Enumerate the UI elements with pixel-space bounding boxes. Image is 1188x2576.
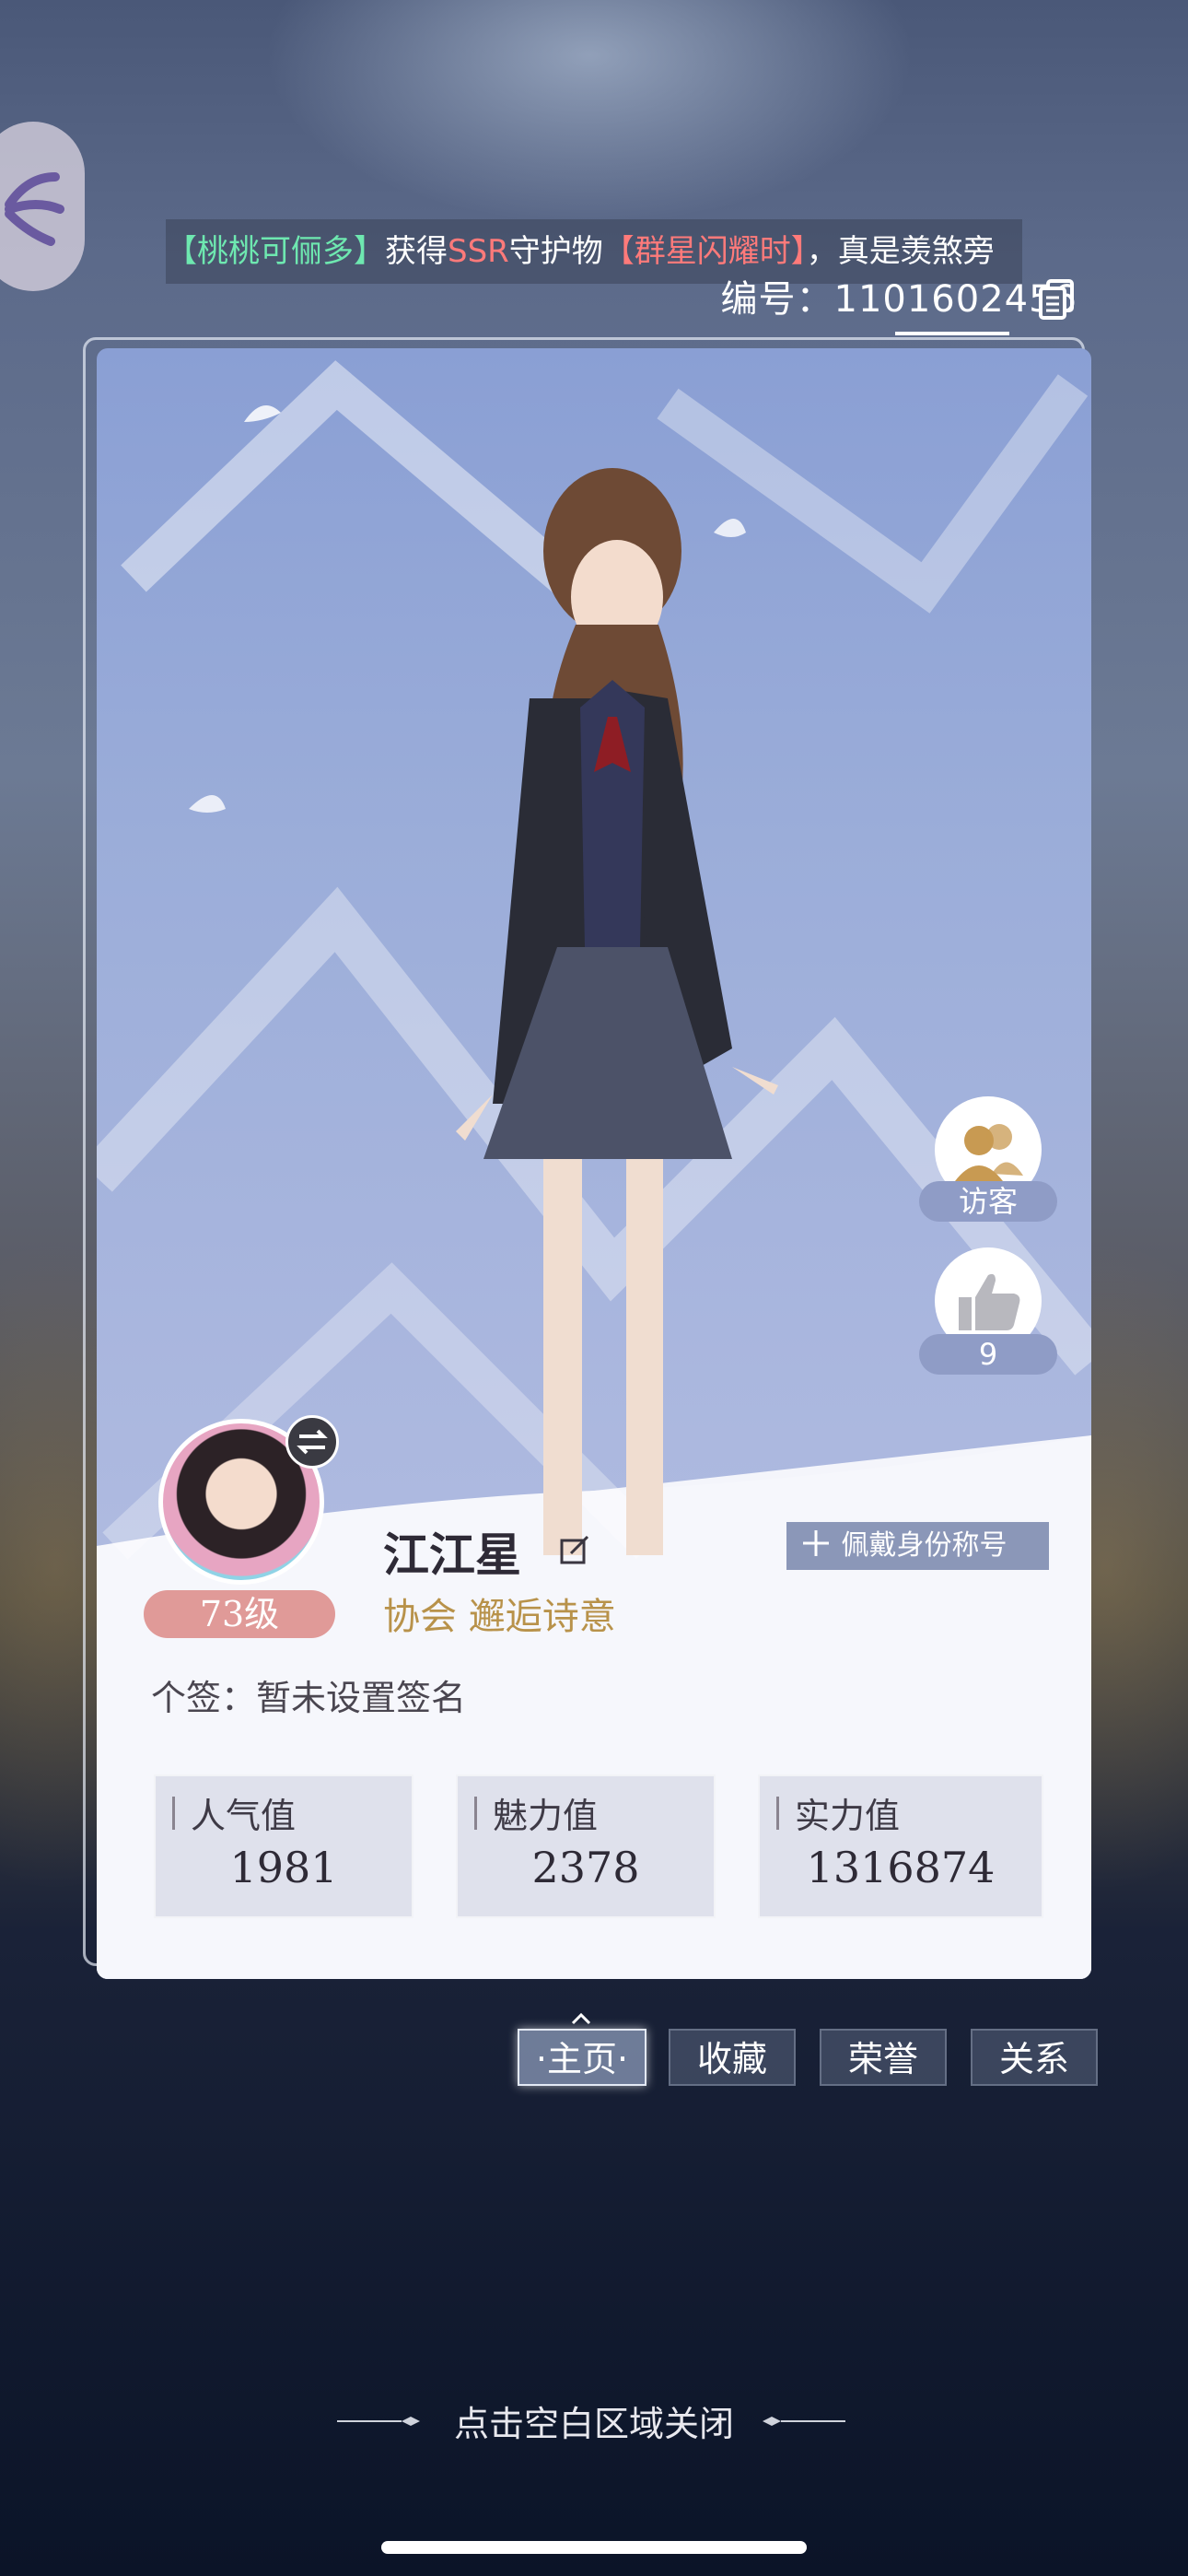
- edit-name-icon[interactable]: [558, 1533, 591, 1566]
- swap-icon[interactable]: [285, 1415, 339, 1469]
- stat-label: 实力值: [775, 1787, 900, 1838]
- ticker-rarity: SSR: [448, 233, 509, 270]
- player-name: 江江星: [383, 1528, 521, 1582]
- ticker-text: 获得: [385, 233, 448, 270]
- guild-name: 邂逅诗意: [468, 1596, 616, 1638]
- tab-collection[interactable]: 收藏: [669, 2029, 796, 2086]
- stat-value: 2378: [531, 1843, 640, 1892]
- ticker-text: 守护物: [508, 233, 603, 270]
- tab-relationship[interactable]: 关系: [971, 2029, 1098, 2086]
- stat-popularity: 人气值 1981: [154, 1774, 413, 1918]
- stat-strength: 实力值 1316874: [758, 1774, 1043, 1918]
- plus-icon: [803, 1530, 829, 1556]
- visitors-label: 访客: [919, 1181, 1057, 1222]
- tab-caret-icon: [571, 2012, 591, 2025]
- app-logo[interactable]: [0, 122, 85, 291]
- copy-icon[interactable]: [1035, 277, 1079, 322]
- guild-label: 协会: [383, 1596, 457, 1638]
- ticker-item-name: 【群星闪耀时】: [602, 233, 807, 270]
- wear-title-button[interactable]: 佩戴身份称号: [786, 1522, 1049, 1570]
- signature-text: 个签：暂未设置签名: [151, 1678, 467, 1718]
- player-id-label: 编号：: [720, 278, 834, 321]
- ticker-text: ，真是羡煞旁: [806, 233, 995, 270]
- ornament-right-icon: [763, 2417, 845, 2426]
- id-underline: [895, 332, 1009, 335]
- ticker-player-name: 【桃桃可俪多】: [166, 233, 385, 270]
- logo-icon: [5, 172, 64, 246]
- stat-value: 1981: [229, 1843, 338, 1892]
- stat-value: 1316874: [806, 1843, 996, 1892]
- home-indicator[interactable]: [381, 2541, 807, 2554]
- guild-info[interactable]: 协会 邂逅诗意: [383, 1587, 616, 1640]
- stat-label: 魅力值: [473, 1787, 598, 1838]
- tab-honor[interactable]: 荣誉: [820, 2029, 947, 2086]
- avatar-frame[interactable]: [140, 1400, 343, 1603]
- like-count: 9: [919, 1334, 1057, 1375]
- level-badge: 73级: [144, 1590, 335, 1638]
- stat-label: 人气值: [171, 1787, 296, 1838]
- close-hint[interactable]: 点击空白区域关闭: [0, 2395, 1188, 2446]
- stat-charm: 魅力值 2378: [456, 1774, 716, 1918]
- tab-home[interactable]: ·主页·: [518, 2029, 646, 2086]
- wear-title-label: 佩戴身份称号: [841, 1529, 1007, 1562]
- swap-arrows-icon: [297, 1429, 328, 1455]
- player-id: 编号：1101602456: [721, 272, 1078, 327]
